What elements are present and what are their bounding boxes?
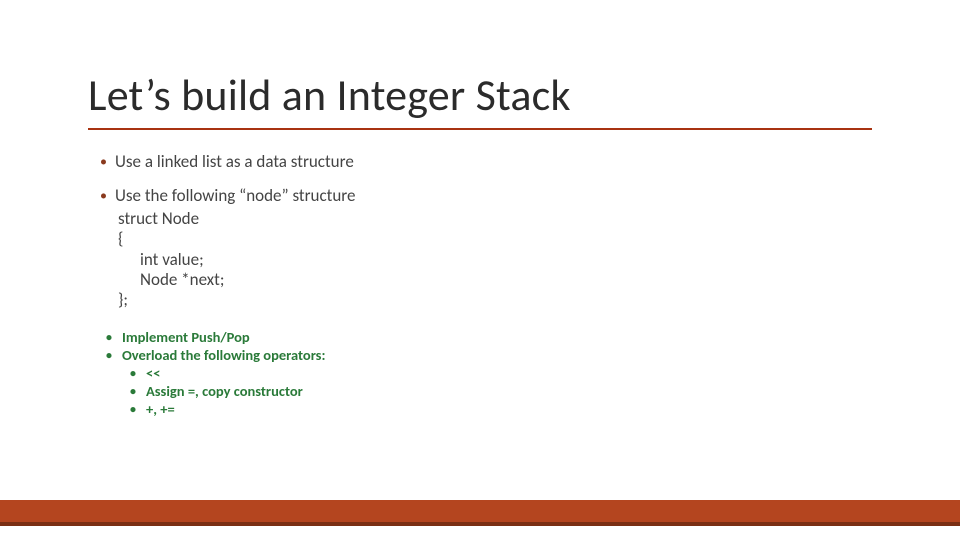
bullet-text: << xyxy=(146,365,160,382)
bullet-icon: • xyxy=(130,365,136,383)
code-line: struct Node xyxy=(118,209,880,229)
code-line: Node *next; xyxy=(118,270,880,290)
bullet-icon: • xyxy=(100,152,107,172)
bullet-icon: • xyxy=(130,401,136,419)
footer-accent-bar xyxy=(0,500,960,522)
bullet-icon: • xyxy=(100,186,107,206)
bullet-text: Assign =, copy constructor xyxy=(146,383,303,400)
slide-body: • Use a linked list as a data structure … xyxy=(100,152,880,419)
bullet-text: Use a linked list as a data structure xyxy=(115,152,354,172)
bullet-text: +, += xyxy=(146,401,175,418)
code-block: struct Node { int value; Node *next; }; xyxy=(118,209,880,311)
bullet-icon: • xyxy=(130,383,136,401)
bullet-text: Overload the following operators: xyxy=(122,347,325,364)
bullet-item-2: • Use the following “node” structure str… xyxy=(100,186,880,310)
bullet-text: Use the following “node” structure xyxy=(115,186,355,206)
bullet-sub-4c: • +, += xyxy=(130,401,880,419)
title-underline xyxy=(88,128,872,130)
code-line: }; xyxy=(118,290,880,310)
bullet-text: Implement Push/Pop xyxy=(122,329,250,346)
code-line: int value; xyxy=(118,250,880,270)
code-line: { xyxy=(118,229,880,249)
slide-title: Let’s build an Integer Stack xyxy=(88,68,571,122)
slide: Let’s build an Integer Stack • Use a lin… xyxy=(0,0,960,540)
bullet-item-3: • Implement Push/Pop xyxy=(106,329,880,347)
bullet-icon: • xyxy=(106,347,112,365)
bullet-icon: • xyxy=(106,329,112,347)
green-bullet-group: • Implement Push/Pop • Overload the foll… xyxy=(100,329,880,419)
bullet-sub-4a: • << xyxy=(130,365,880,383)
bullet-item-1: • Use a linked list as a data structure xyxy=(100,152,880,172)
bullet-item-4: • Overload the following operators: xyxy=(106,347,880,365)
bullet-sub-4b: • Assign =, copy constructor xyxy=(130,383,880,401)
